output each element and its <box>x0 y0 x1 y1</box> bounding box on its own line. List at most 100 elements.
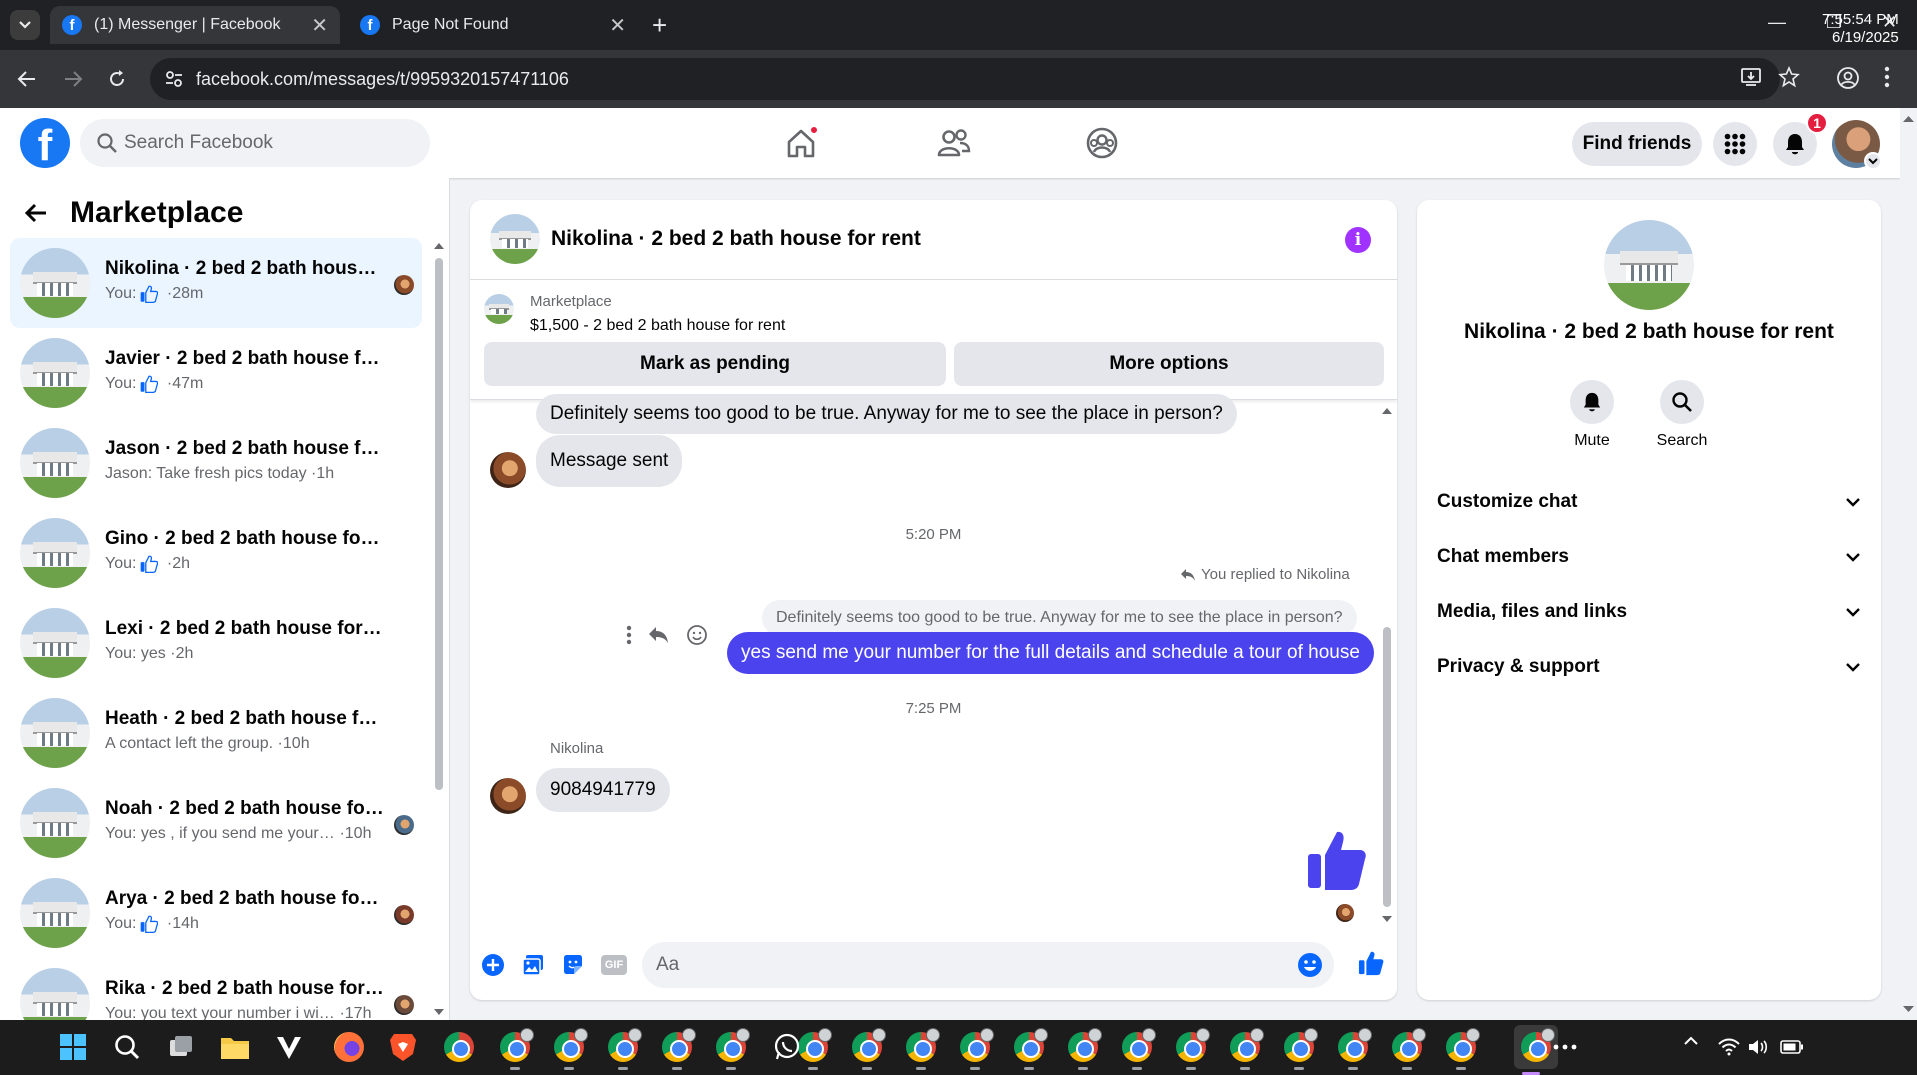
chrome-profile-icon[interactable] <box>714 1028 750 1070</box>
react-emoji-icon[interactable] <box>686 624 708 646</box>
install-app-icon[interactable] <box>1740 66 1762 88</box>
chrome-profile-icon[interactable] <box>1174 1028 1210 1070</box>
tab-page-not-found[interactable]: f Page Not Found ✕ <box>348 6 638 44</box>
close-tab-icon[interactable]: ✕ <box>311 13 328 38</box>
site-settings-icon[interactable] <box>164 69 184 89</box>
chrome-profile-icon[interactable] <box>1390 1028 1426 1070</box>
forward-icon[interactable] <box>60 66 86 92</box>
listing-avatar[interactable] <box>490 214 540 264</box>
message-input-wrapper[interactable] <box>642 942 1334 988</box>
message-bubble-incoming[interactable]: Message sent <box>536 435 683 487</box>
friends-icon[interactable] <box>934 123 974 163</box>
sender-avatar[interactable] <box>490 452 526 488</box>
firefox-icon[interactable] <box>332 1030 366 1064</box>
reload-icon[interactable] <box>104 66 130 92</box>
listing-price-title[interactable]: $1,500 - 2 bed 2 bath house for rent <box>530 317 785 335</box>
gif-icon[interactable]: GIF <box>600 952 628 978</box>
close-tab-icon[interactable]: ✕ <box>609 13 626 38</box>
conversation-item[interactable]: Heath · 2 bed 2 bath house for rent A con… <box>10 688 422 778</box>
conversation-item[interactable]: Jason · 2 bed 2 bath house for rent Jason… <box>10 418 422 508</box>
new-tab-icon[interactable]: + <box>652 10 667 41</box>
brave-icon[interactable] <box>386 1030 420 1064</box>
chrome-profile-icon[interactable] <box>1120 1028 1156 1070</box>
sticker-icon[interactable] <box>560 952 586 978</box>
reply-icon[interactable] <box>648 625 670 645</box>
browser-menu-icon[interactable] <box>1884 66 1890 88</box>
section-chat-members[interactable]: Chat members <box>1437 535 1861 579</box>
chrome-profile-icon[interactable] <box>660 1028 696 1070</box>
wifi-icon[interactable] <box>1718 1038 1740 1056</box>
quoted-message[interactable]: Definitely seems too good to be true. An… <box>762 600 1357 636</box>
scrollbar-thumb[interactable] <box>1383 627 1391 907</box>
send-like-icon[interactable] <box>1358 950 1384 976</box>
chrome-profile-icon[interactable] <box>1228 1028 1264 1070</box>
url-text[interactable]: facebook.com/messages/t/9959320157471106 <box>196 69 569 90</box>
chrome-profile-icon[interactable] <box>498 1028 534 1070</box>
find-friends-button[interactable]: Find friends <box>1572 122 1702 166</box>
chat-scrollbar[interactable] <box>1380 405 1394 925</box>
message-input[interactable] <box>656 942 1256 988</box>
page-scrollbar[interactable] <box>1900 108 1917 1020</box>
chrome-profile-icon[interactable] <box>552 1028 588 1070</box>
omnibox[interactable]: facebook.com/messages/t/9959320157471106 <box>150 58 1780 100</box>
more-options-button[interactable]: More options <box>954 342 1384 386</box>
conversation-item[interactable]: Rika · 2 bed 2 bath house for rent You: y… <box>10 958 422 1020</box>
menu-grid-button[interactable] <box>1713 122 1757 166</box>
conversation-item[interactable]: Javier · 2 bed 2 bath house for rent You:… <box>10 328 422 418</box>
groups-icon[interactable] <box>1082 123 1122 163</box>
conversation-item[interactable]: Lexi · 2 bed 2 bath house for rent You: y… <box>10 598 422 688</box>
conversation-item[interactable]: Noah · 2 bed 2 bath house for rent You: y… <box>10 778 422 868</box>
listing-photo[interactable] <box>1604 220 1694 310</box>
task-view-icon[interactable] <box>164 1030 198 1064</box>
search-in-conversation-button[interactable]: Search <box>1642 380 1722 450</box>
chrome-icon[interactable] <box>442 1030 476 1064</box>
chrome-profile-icon[interactable] <box>958 1028 994 1070</box>
taskbar-overflow-icon[interactable] <box>1548 1030 1582 1064</box>
conversation-item[interactable]: Nikolina · 2 bed 2 bath house for rent Yo… <box>10 238 422 328</box>
scroll-down-arrow-icon[interactable] <box>1380 913 1394 925</box>
scroll-up-arrow-icon[interactable] <box>432 240 446 252</box>
vectorworks-app-icon[interactable] <box>272 1030 306 1064</box>
windows-start-icon[interactable] <box>56 1030 90 1064</box>
facebook-logo-icon[interactable]: f <box>20 118 70 168</box>
chrome-profile-icon[interactable] <box>1282 1028 1318 1070</box>
chrome-profile-icon[interactable] <box>850 1028 886 1070</box>
chrome-profile-icon[interactable] <box>904 1028 940 1070</box>
message-bubble-outgoing[interactable]: yes send me your number for the full det… <box>727 632 1374 674</box>
tab-messenger[interactable]: f (1) Messenger | Facebook ✕ <box>50 6 340 44</box>
message-bubble-incoming[interactable]: Definitely seems too good to be true. An… <box>536 394 1237 434</box>
minimize-icon[interactable]: — <box>1768 12 1786 33</box>
chrome-profile-icon[interactable] <box>1444 1028 1480 1070</box>
home-icon[interactable] <box>781 123 821 163</box>
account-chevron-icon[interactable] <box>1864 152 1882 170</box>
attach-photo-icon[interactable] <box>520 952 546 978</box>
chrome-profile-icon[interactable] <box>1066 1028 1102 1070</box>
taskbar-clock[interactable]: 7:55:54 PM 6/19/2025 <box>1822 11 1899 47</box>
chrome-profile-icon[interactable] <box>606 1028 642 1070</box>
mark-as-pending-button[interactable]: Mark as pending <box>484 342 946 386</box>
info-icon[interactable]: i <box>1345 227 1371 253</box>
section-media-files-links[interactable]: Media, files and links <box>1437 590 1861 634</box>
emoji-icon[interactable] <box>1297 952 1323 978</box>
back-icon[interactable] <box>14 66 40 92</box>
scrollbar-thumb[interactable] <box>435 258 443 790</box>
section-customize-chat[interactable]: Customize chat <box>1437 480 1861 524</box>
file-explorer-icon[interactable] <box>218 1030 252 1064</box>
bookmark-star-icon[interactable] <box>1778 66 1800 88</box>
large-thumbs-up-icon[interactable] <box>1306 828 1368 892</box>
profile-icon[interactable] <box>1836 66 1860 90</box>
back-arrow-icon[interactable] <box>24 202 48 224</box>
whatsapp-icon[interactable] <box>770 1030 804 1064</box>
scroll-down-arrow-icon[interactable] <box>432 1006 446 1018</box>
tab-search-button[interactable] <box>10 10 40 40</box>
volume-icon[interactable] <box>1748 1038 1770 1056</box>
mute-button[interactable]: Mute <box>1552 380 1632 450</box>
message-bubble-incoming[interactable]: 9084941779 <box>536 768 670 812</box>
conversation-item[interactable]: Arya · 2 bed 2 bath house for rent You: ·… <box>10 868 422 958</box>
listing-thumbnail[interactable] <box>484 294 514 324</box>
search-input[interactable] <box>124 119 414 167</box>
sender-avatar[interactable] <box>490 778 526 814</box>
scroll-up-arrow-icon[interactable] <box>1380 405 1394 417</box>
battery-icon[interactable] <box>1780 1040 1804 1054</box>
section-privacy-support[interactable]: Privacy & support <box>1437 645 1861 689</box>
